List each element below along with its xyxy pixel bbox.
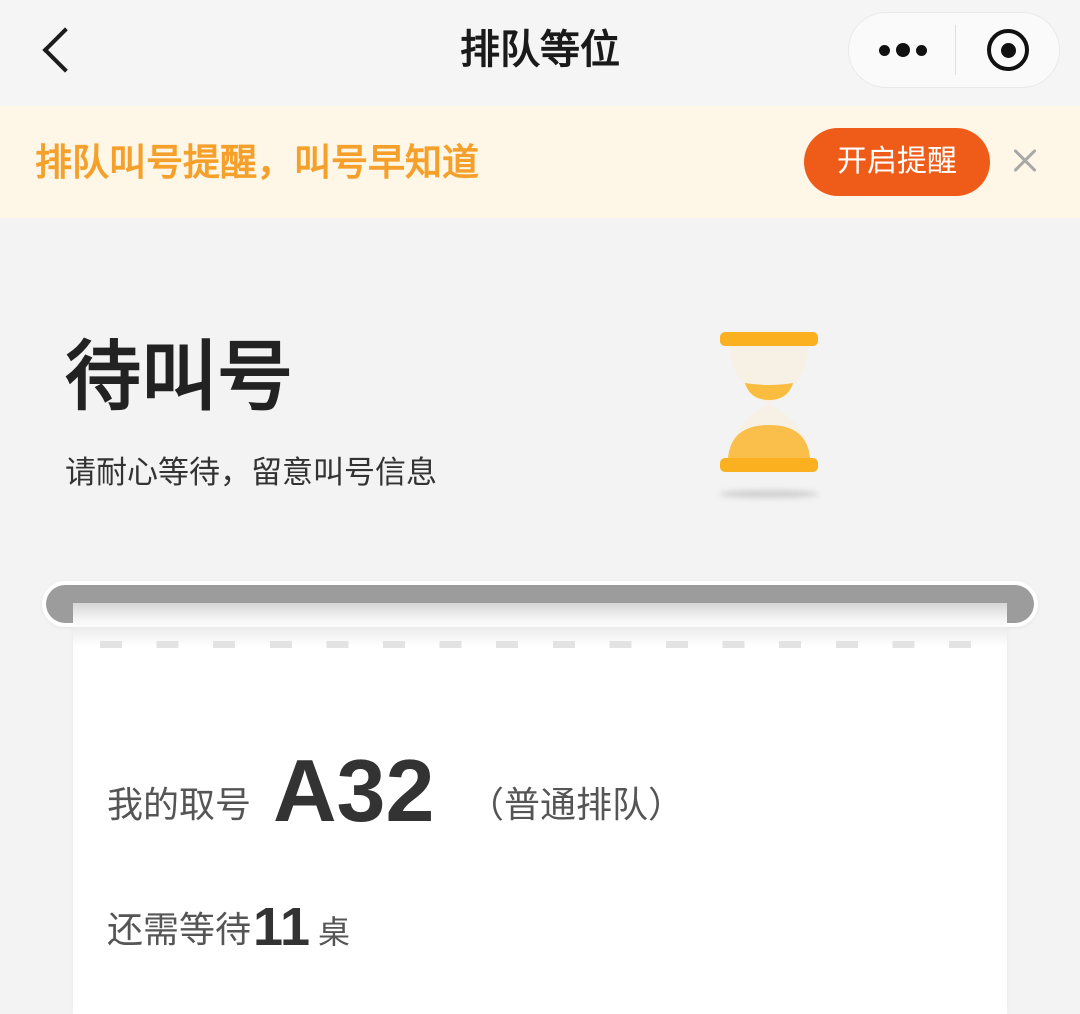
- reminder-banner-text: 排队叫号提醒，叫号早知道: [35, 142, 479, 183]
- wait-unit: 桌: [318, 914, 351, 950]
- ticket-number-label: 我的取号: [107, 784, 252, 825]
- ticket-slot-opening: [73, 603, 1007, 625]
- queue-type: （普通排队）: [468, 784, 685, 825]
- enable-reminder-button[interactable]: 开启提醒: [804, 128, 990, 196]
- ticket-perforation: [100, 641, 980, 648]
- wait-label: 还需等待: [107, 909, 252, 950]
- hourglass-icon: [719, 332, 819, 498]
- hourglass-shadow: [719, 490, 819, 498]
- target-circle-icon[interactable]: [982, 24, 1034, 76]
- hourglass-bottom-cap: [720, 458, 818, 472]
- capsule-divider: [955, 25, 956, 75]
- close-icon[interactable]: [1010, 145, 1040, 175]
- status-title: 待叫号: [65, 335, 293, 420]
- hourglass-upper-sand: [745, 383, 793, 400]
- ticket-number: A32: [273, 741, 435, 840]
- status-subtitle: 请耐心等待，留意叫号信息: [65, 455, 437, 490]
- more-dots-icon[interactable]: [862, 20, 942, 80]
- wait-count: 11: [253, 897, 311, 957]
- hourglass-top-cap: [720, 332, 818, 346]
